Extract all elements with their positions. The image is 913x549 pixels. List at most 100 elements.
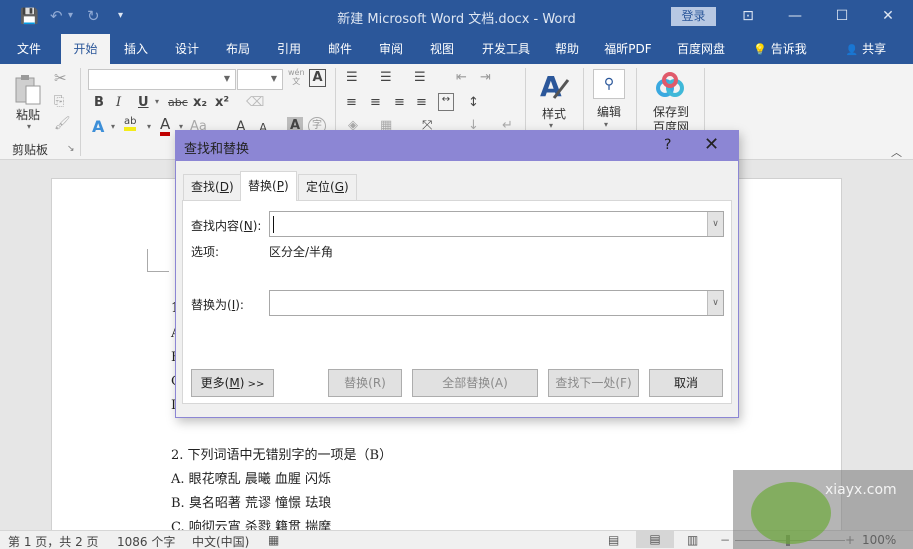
dialog-title: 查找和替换 <box>184 142 250 157</box>
phonetic-guide-icon[interactable]: wén 文 <box>288 68 305 86</box>
align-left-icon[interactable]: ≡ <box>346 95 357 110</box>
margin-marker <box>147 249 148 271</box>
font-size-combobox[interactable]: ▼ <box>237 69 283 90</box>
subscript-button[interactable]: x₂ <box>193 95 207 110</box>
clipboard-launcher-icon[interactable]: ↘ <box>67 144 75 154</box>
find-replace-dialog: 查找和替换 ? ✕ 查找(D) 替换(P) 定位(G) 查找内容(N): ∨ 选… <box>175 130 739 418</box>
find-history-dropdown-icon[interactable]: ∨ <box>707 212 723 236</box>
strikethrough-button[interactable]: abc <box>168 96 188 109</box>
tab-replace[interactable]: 替换(P) <box>240 171 297 201</box>
font-name-combobox[interactable]: ▼ <box>88 69 236 90</box>
tell-me-label: 告诉我 <box>770 42 807 56</box>
tab-baidu-netdisk[interactable]: 百度网盘 <box>670 34 732 64</box>
decrease-indent-icon[interactable]: ⇤ <box>456 70 467 85</box>
clear-formatting-icon[interactable]: ⌫ <box>246 95 264 110</box>
tab-find-accesskey: D <box>219 180 229 194</box>
tab-insert[interactable]: 插入 <box>113 34 159 64</box>
highlight-dropdown-icon[interactable]: ▾ <box>147 122 151 131</box>
tab-references[interactable]: 引用 <box>266 34 312 64</box>
numbering-icon[interactable]: ☰ <box>380 70 392 85</box>
paste-dropdown-icon[interactable]: ▾ <box>22 122 36 131</box>
tell-me-button[interactable]: 💡 告诉我 <box>744 34 816 64</box>
tab-layout[interactable]: 布局 <box>215 34 261 64</box>
minimize-button[interactable]: — <box>775 5 815 27</box>
lightbulb-icon: 💡 <box>753 43 767 56</box>
word-count[interactable]: 1086 个字 <box>117 533 175 549</box>
paste-button[interactable] <box>14 72 44 106</box>
justify-icon[interactable]: ≡ <box>416 95 427 110</box>
collapse-ribbon-icon[interactable]: ︿ <box>891 144 902 160</box>
highlight-button[interactable]: ab <box>124 116 137 131</box>
character-border-icon[interactable]: A <box>309 69 326 87</box>
replace-all-button[interactable]: 全部替换(A) <box>412 369 538 397</box>
replace-with-label: 替换为(I): <box>191 298 244 312</box>
underline-dropdown-icon[interactable]: ▾ <box>155 97 159 106</box>
tab-mailings[interactable]: 邮件 <box>317 34 363 64</box>
print-layout-icon[interactable]: ▤ <box>636 531 674 548</box>
tab-find[interactable]: 查找(D) <box>183 174 242 200</box>
share-button[interactable]: 👤 共享 <box>840 34 892 64</box>
superscript-button[interactable]: x² <box>215 95 229 110</box>
find-what-input[interactable]: ∨ <box>269 211 724 237</box>
macro-icon[interactable]: ▦ <box>268 533 279 547</box>
text-caret <box>273 216 274 233</box>
align-right-icon[interactable]: ≡ <box>394 95 405 110</box>
more-button[interactable]: 更多(M) >> <box>191 369 274 397</box>
login-button[interactable]: 登录 <box>671 7 716 26</box>
line-spacing-icon[interactable]: ↕ <box>468 95 479 110</box>
cut-icon[interactable]: ✂ <box>54 69 67 87</box>
increase-indent-icon[interactable]: ⇥ <box>480 70 491 85</box>
bold-button[interactable]: B <box>94 95 104 110</box>
styles-dropdown-icon[interactable]: ▾ <box>549 121 553 130</box>
styles-label: 样式 <box>541 107 566 121</box>
chevron-down-icon: ▼ <box>270 74 277 83</box>
replace-panel: 查找内容(N): ∨ 选项: 区分全/半角 替换为(I): ∨ 更多(M) >>… <box>182 200 732 404</box>
tab-home[interactable]: 开始 <box>61 34 110 64</box>
doc-line: A. 眼花嘹乱 晨曦 血腥 闪烁 <box>171 472 332 487</box>
tab-help[interactable]: 帮助 <box>546 34 588 64</box>
find-what-label: 查找内容(N): <box>191 219 262 233</box>
editing-label: 编辑 <box>596 105 621 119</box>
read-mode-icon[interactable]: ▤ <box>608 533 619 547</box>
replace-history-dropdown-icon[interactable]: ∨ <box>707 291 723 315</box>
doc-line: B. 臭名昭著 荒谬 憧憬 珐琅 <box>171 496 332 511</box>
word-window: 💾 ↶ ▾ ↻ ▾ 新建 Microsoft Word 文档.docx - Wo… <box>0 0 913 549</box>
align-center-icon[interactable]: ≡ <box>370 95 381 110</box>
font-color-button[interactable]: A <box>160 116 171 136</box>
tab-file[interactable]: 文件 <box>6 34 52 64</box>
dialog-title-bar[interactable]: 查找和替换 ? ✕ <box>176 131 738 161</box>
dialog-close-button[interactable]: ✕ <box>704 134 719 155</box>
tab-design[interactable]: 设计 <box>164 34 210 64</box>
distributed-icon[interactable]: ↔ <box>438 93 454 111</box>
tab-developer[interactable]: 开发工具 <box>476 34 536 64</box>
tab-goto[interactable]: 定位(G) <box>298 174 357 200</box>
zoom-out-button[interactable]: − <box>720 533 730 547</box>
bullets-icon[interactable]: ☰ <box>346 70 358 85</box>
language-indicator[interactable]: 中文(中国) <box>192 533 249 549</box>
styles-button[interactable]: A <box>538 70 570 104</box>
replace-with-input[interactable]: ∨ <box>269 290 724 316</box>
maximize-button[interactable]: ☐ <box>822 5 862 27</box>
format-painter-icon[interactable]: 🖌 <box>54 116 71 131</box>
help-button[interactable]: ? <box>664 137 671 153</box>
text-effects-button[interactable]: A <box>92 117 104 136</box>
multilevel-list-icon[interactable]: ☰ <box>414 70 426 85</box>
underline-button[interactable]: U <box>138 95 149 110</box>
tab-view[interactable]: 视图 <box>419 34 465 64</box>
italic-button[interactable]: I <box>116 95 121 110</box>
tab-foxit-pdf[interactable]: 福昕PDF <box>598 34 658 64</box>
baidu-netdisk-icon[interactable] <box>655 72 685 98</box>
web-layout-icon[interactable]: ▥ <box>687 533 698 547</box>
tab-replace-label: 替换 <box>248 179 273 193</box>
text-effects-dropdown-icon[interactable]: ▾ <box>111 122 115 131</box>
find-next-button[interactable]: 查找下一处(F) <box>548 369 639 397</box>
page-count[interactable]: 第 1 页，共 2 页 <box>8 533 99 549</box>
ribbon-display-options-icon[interactable]: ⊡ <box>728 5 768 27</box>
editing-search-icon[interactable]: ⚲ <box>593 69 625 99</box>
close-window-button[interactable]: ✕ <box>868 5 908 27</box>
cancel-button[interactable]: 取消 <box>649 369 723 397</box>
tab-review[interactable]: 审阅 <box>368 34 414 64</box>
replace-button[interactable]: 替换(R) <box>328 369 402 397</box>
copy-icon[interactable]: ⎘ <box>54 94 64 109</box>
editing-dropdown-icon[interactable]: ▾ <box>604 120 608 129</box>
